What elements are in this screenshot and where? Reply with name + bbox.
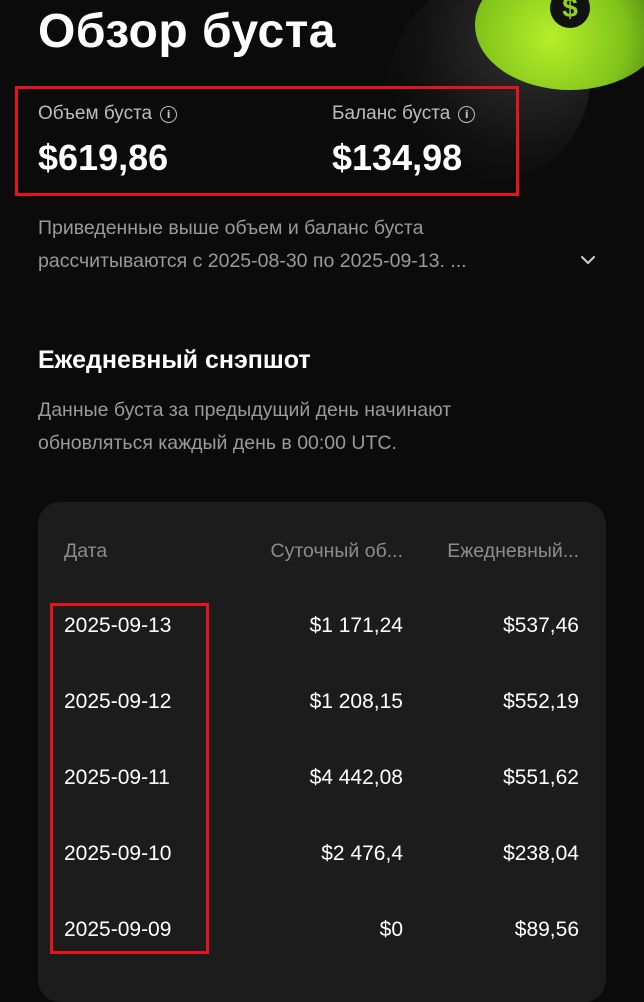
info-icon[interactable]: i <box>160 105 178 123</box>
page-title: Обзор буста <box>38 5 336 58</box>
table-row-volume: $1 208,15 <box>309 690 403 713</box>
table-row-balance: $552,19 <box>503 690 579 713</box>
table-row-balance: $537,46 <box>503 614 579 637</box>
boost-volume-value: $619,86 <box>38 137 169 178</box>
info-icon[interactable]: i <box>458 105 476 123</box>
calculation-note: Приведенные выше объем и баланс буста ра… <box>38 212 598 278</box>
boost-balance-label: Баланс буста <box>332 103 451 124</box>
section-subtitle-line-2: обновляться каждый день в 00:00 UTC. <box>38 432 397 454</box>
boost-volume-stat: Объем буста i $619,86 <box>38 103 178 179</box>
table-row-volume: $2 476,4 <box>321 842 403 865</box>
column-header-daily-balance[interactable]: Ежедневный... <box>447 540 579 563</box>
table-row-volume: $4 442,08 <box>309 766 403 789</box>
section-subtitle: Данные буста за предыдущий день начинают… <box>38 394 558 460</box>
section-subtitle-line-1: Данные буста за предыдущий день начинают <box>38 399 452 421</box>
boost-balance-value: $134,98 <box>332 137 463 178</box>
table-row-balance: $89,56 <box>514 918 579 941</box>
table-row-volume: $0 <box>379 918 403 941</box>
section-title: Ежедневный снэпшот <box>38 346 311 374</box>
boost-balance-stat: Баланс буста i $134,98 <box>332 103 476 179</box>
dollar-coin-icon: $ <box>550 0 590 28</box>
green-coin-shape <box>475 0 644 90</box>
table-row-balance: $551,62 <box>503 766 579 789</box>
calculation-note-line-1: Приведенные выше объем и баланс буста <box>38 217 424 239</box>
boost-volume-label: Объем буста <box>38 103 153 124</box>
stats-highlight-box: Объем буста i $619,86 Баланс буста i $13… <box>15 86 519 196</box>
calculation-note-line-2: рассчитываются с 2025-08-30 по 2025-09-1… <box>38 250 467 272</box>
column-header-daily-volume[interactable]: Суточный об... <box>271 540 403 563</box>
dates-highlight-box <box>50 603 209 954</box>
column-header-date[interactable]: Дата <box>64 540 107 563</box>
table-row-volume: $1 171,24 <box>309 614 403 637</box>
chevron-down-icon[interactable] <box>580 252 596 268</box>
table-row-balance: $238,04 <box>503 842 579 865</box>
